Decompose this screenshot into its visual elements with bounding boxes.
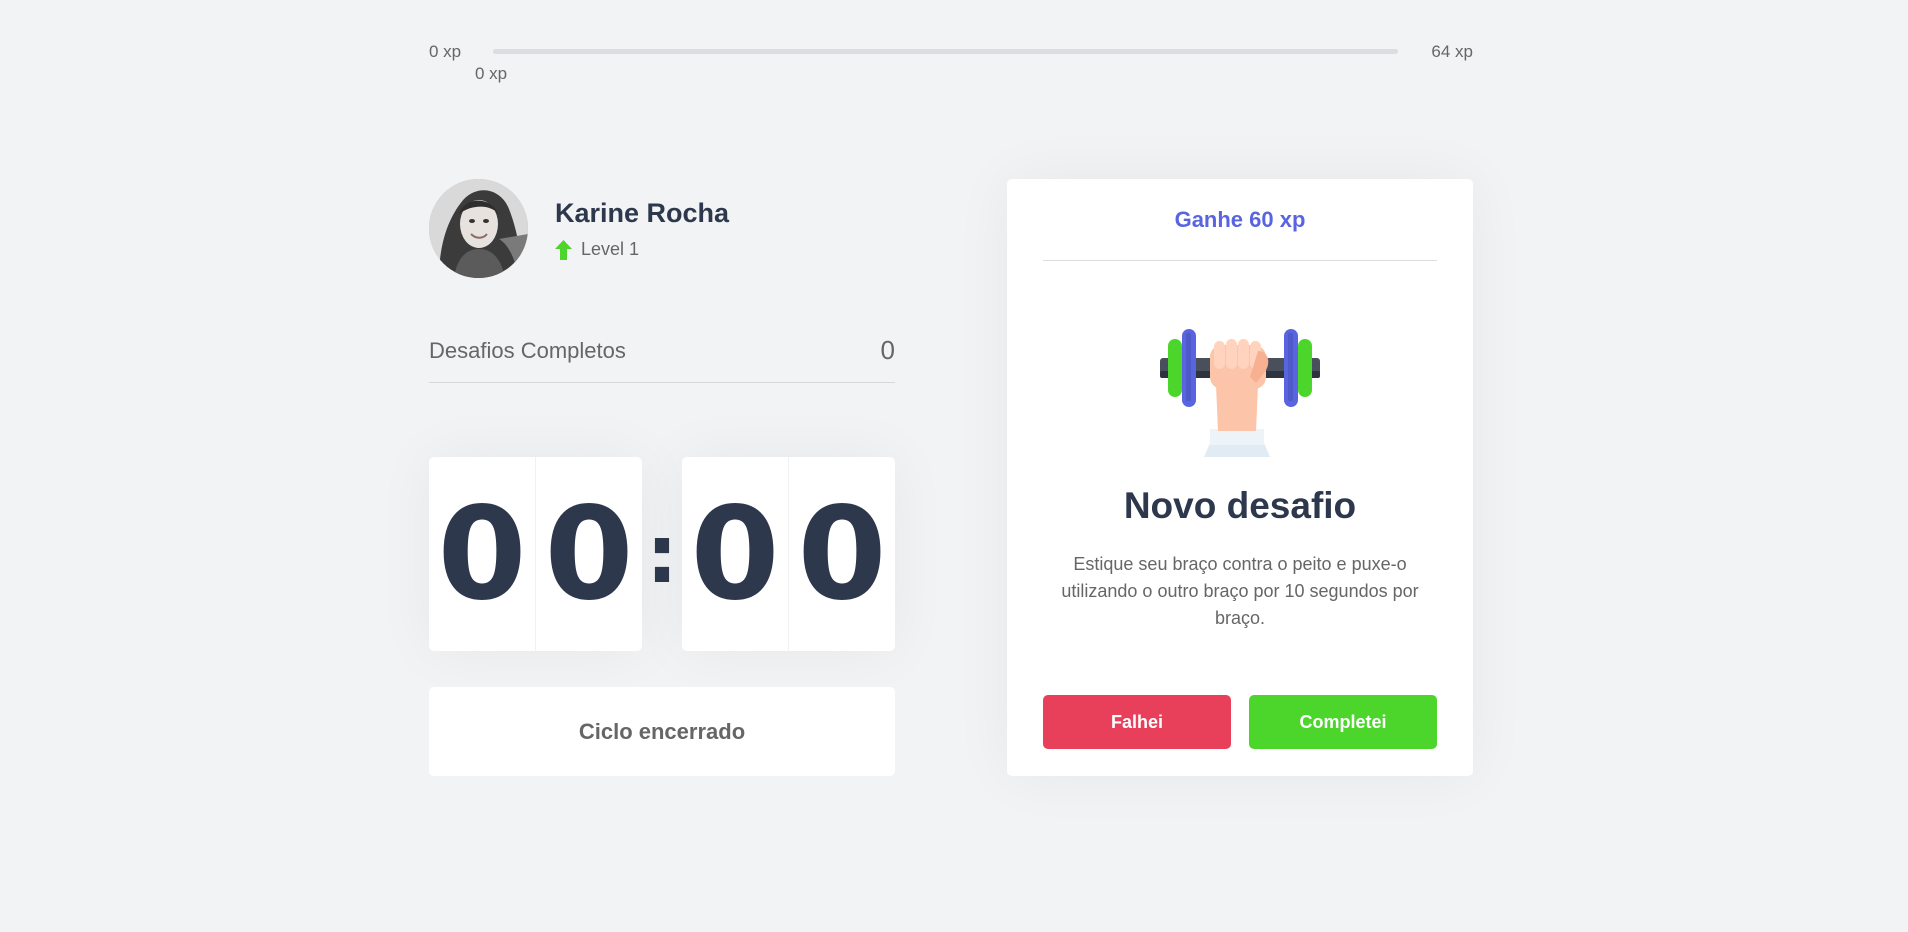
challenge-actions: Falhei Completei bbox=[1043, 695, 1437, 749]
countdown: 0 0 : 0 0 bbox=[429, 457, 895, 651]
profile-info: Karine Rocha Level 1 bbox=[555, 197, 729, 260]
countdown-second-ones: 0 bbox=[797, 479, 887, 629]
dumbbell-body-icon bbox=[1160, 329, 1320, 457]
challenge-description: Estique seu braço contra o peito e puxe-… bbox=[1061, 554, 1419, 628]
failed-button[interactable]: Falhei bbox=[1043, 695, 1231, 749]
completed-button[interactable]: Completei bbox=[1249, 695, 1437, 749]
level-up-arrow-icon bbox=[555, 239, 572, 260]
completed-challenges: Desafios Completos 0 bbox=[429, 335, 895, 383]
countdown-seconds: 0 0 bbox=[682, 457, 895, 651]
experience-max-label: 64 xp bbox=[1431, 42, 1473, 61]
cycle-ended-button[interactable]: Ciclo encerrado bbox=[429, 687, 895, 776]
profile-name: Karine Rocha bbox=[555, 197, 730, 228]
avatar-photo bbox=[429, 179, 528, 278]
challenge-reward: Ganhe 60 xp bbox=[1043, 179, 1437, 261]
completed-challenges-value: 0 bbox=[880, 335, 895, 365]
experience-track bbox=[493, 49, 1398, 54]
experience-current-label: 0 xp bbox=[475, 64, 508, 83]
page: 0 xp 64 xp 0 xp Karine Rocha Level 1 Des… bbox=[0, 0, 1908, 932]
challenge-card: Ganhe 60 xp Novo desafio Estique seu bra… bbox=[1007, 179, 1473, 776]
countdown-minute-ones: 0 bbox=[544, 479, 634, 629]
countdown-second-tens: 0 bbox=[682, 457, 789, 651]
experience-min-label: 0 xp bbox=[429, 42, 462, 61]
profile: Karine Rocha Level 1 bbox=[429, 179, 729, 278]
experience-bar: 0 xp 64 xp 0 xp bbox=[429, 40, 1473, 83]
countdown-separator: : bbox=[646, 507, 678, 601]
profile-level: Level 1 bbox=[555, 239, 729, 260]
challenge-title: Novo desafio bbox=[1123, 485, 1357, 526]
challenge-icon-wrap bbox=[1043, 329, 1437, 457]
avatar bbox=[429, 179, 528, 278]
countdown-minutes: 0 0 bbox=[429, 457, 642, 651]
profile-level-label: Level 1 bbox=[581, 239, 640, 260]
completed-challenges-label: Desafios Completos bbox=[429, 337, 626, 363]
countdown-minute-tens: 0 bbox=[429, 457, 536, 651]
